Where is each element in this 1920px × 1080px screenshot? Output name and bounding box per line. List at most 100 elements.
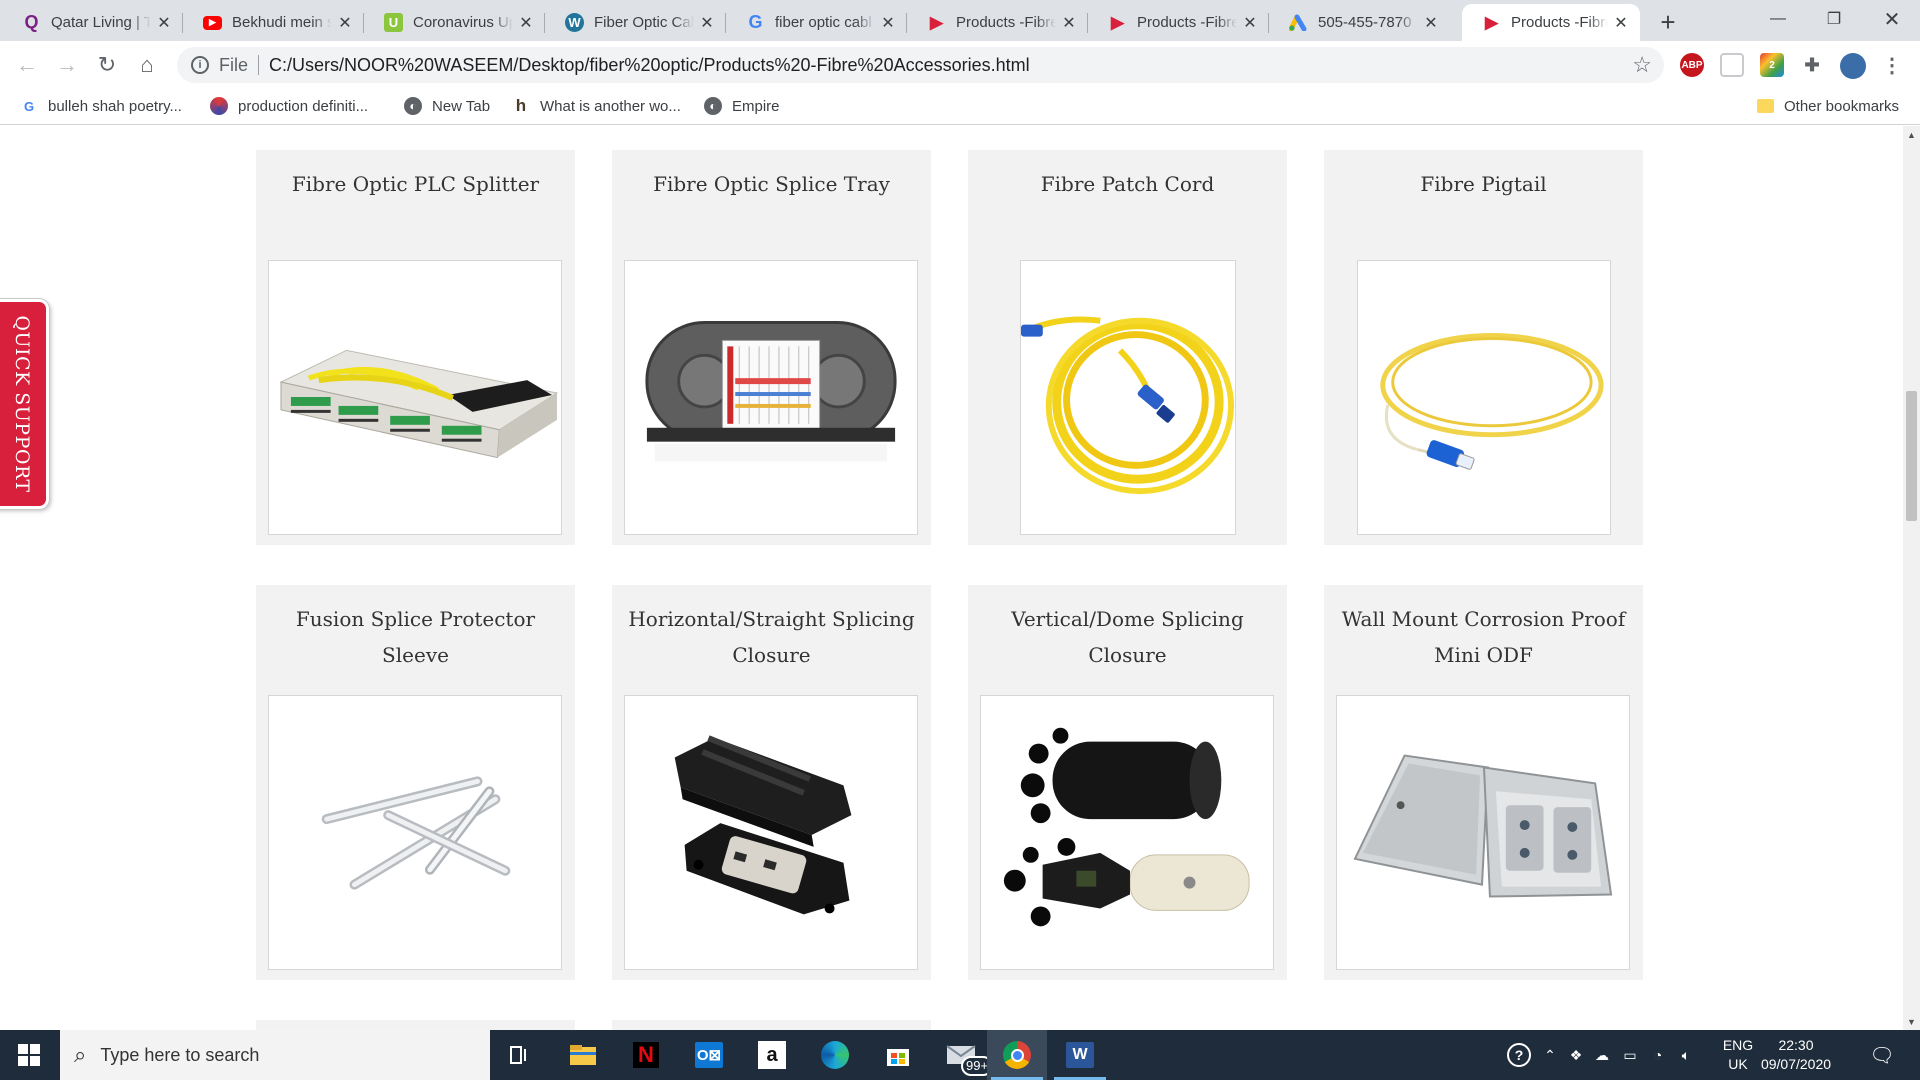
address-bar[interactable]: i File C:/Users/NOOR%20WASEEM/Desktop/fi… <box>177 47 1664 83</box>
system-clock[interactable]: 22:30 09/07/2020 <box>1756 1036 1836 1074</box>
wifi-icon[interactable]: ◔ <box>1646 1030 1670 1080</box>
minimize-button[interactable]: — <box>1750 0 1806 38</box>
plc-splitter-image[interactable] <box>268 260 562 535</box>
quick-support-tab[interactable]: QUICK SUPPORT <box>0 299 49 509</box>
reload-button[interactable]: ↻ <box>91 49 123 81</box>
product-title[interactable]: Wall Mount Corrosion Proof Mini ODF <box>1324 601 1643 673</box>
start-button[interactable] <box>0 1030 58 1080</box>
bookmark-item[interactable]: ◐ Empire <box>704 94 780 118</box>
windows-taskbar: ⌕ Type here to search N O⊠ a 99+ W ? ⌃ ❖… <box>0 1030 1920 1080</box>
product-title[interactable]: Fibre Patch Cord <box>968 166 1287 202</box>
netflix-icon[interactable]: N <box>616 1030 676 1080</box>
close-icon[interactable]: ✕ <box>1422 14 1440 32</box>
search-icon: ⌕ <box>74 1042 87 1067</box>
input-language[interactable]: ENG UK <box>1718 1036 1758 1074</box>
bookmark-item[interactable]: ◐ New Tab <box>404 94 490 118</box>
bookmark-item[interactable]: h What is another wo... <box>512 94 681 118</box>
store-icon[interactable] <box>868 1030 928 1080</box>
other-bookmarks[interactable]: Other bookmarks <box>1757 94 1899 118</box>
qatar-living-icon: Q <box>24 12 39 32</box>
scroll-down-icon[interactable]: ▼ <box>1903 1013 1920 1030</box>
volume-icon[interactable]: 🔈︎ <box>1674 1030 1698 1080</box>
url-text[interactable]: C:/Users/NOOR%20WASEEM/Desktop/fiber%20o… <box>269 55 1030 76</box>
google-icon: G <box>748 12 763 32</box>
splice-sleeve-image[interactable] <box>268 695 562 970</box>
outlook-icon[interactable]: O⊠ <box>679 1030 739 1080</box>
product-title[interactable]: Fusion Splice Protector Sleeve <box>256 601 575 673</box>
product-card[interactable]: Fusion Splice Protector Sleeve <box>256 585 575 980</box>
forward-button[interactable]: → <box>51 49 83 81</box>
browser-tab[interactable]: 505-455-7870 ✕ <box>1269 4 1450 41</box>
file-explorer-icon[interactable] <box>553 1030 613 1080</box>
browser-tab[interactable]: U Coronavirus Up ✕ <box>364 4 545 41</box>
edge-icon[interactable] <box>805 1030 865 1080</box>
chrome-icon[interactable] <box>987 1030 1047 1080</box>
close-icon[interactable]: ✕ <box>879 14 897 32</box>
browser-tab[interactable]: ▶ Bekhudi mein s ✕ <box>183 4 364 41</box>
product-card[interactable]: Vertical/Dome Splicing Closure <box>968 585 1287 980</box>
close-window-button[interactable]: ✕ <box>1864 0 1920 38</box>
browser-tab[interactable]: W Fiber Optic Cab ✕ <box>545 4 726 41</box>
back-button[interactable]: ← <box>11 49 43 81</box>
bookmark-item[interactable]: G bulleh shah poetry... <box>20 94 182 118</box>
scroll-thumb[interactable] <box>1906 391 1917 521</box>
site-info-icon[interactable]: i <box>191 56 209 74</box>
bookmark-star-icon[interactable]: ☆ <box>1632 52 1652 78</box>
mini-odf-image[interactable] <box>1336 695 1630 970</box>
new-tab-button[interactable]: + <box>1653 7 1683 37</box>
browser-tab[interactable]: Q Qatar Living | T ✕ <box>2 4 183 41</box>
close-icon[interactable]: ✕ <box>336 14 354 32</box>
onedrive-icon[interactable]: ☁ <box>1590 1030 1614 1080</box>
product-title[interactable]: Vertical/Dome Splicing Closure <box>968 601 1287 673</box>
word-icon[interactable]: W <box>1050 1030 1110 1080</box>
restore-button[interactable]: ❐ <box>1806 0 1862 38</box>
product-card[interactable] <box>612 1020 931 1030</box>
battery-icon[interactable]: ▭ <box>1618 1030 1642 1080</box>
product-card[interactable]: Fibre Patch Cord <box>968 150 1287 545</box>
page-scrollbar[interactable]: ▲ ▼ <box>1903 126 1920 1030</box>
product-title[interactable]: Fibre Pigtail <box>1324 166 1643 202</box>
patch-cord-image[interactable] <box>1020 260 1236 535</box>
amazon-icon[interactable]: a <box>742 1030 802 1080</box>
pocket-icon[interactable] <box>1720 53 1744 77</box>
product-title[interactable]: Fibre Optic PLC Splitter <box>256 166 575 202</box>
browser-tab-active[interactable]: ▶ Products -Fibre ✕ <box>1462 4 1640 41</box>
product-card[interactable]: Wall Mount Corrosion Proof Mini ODF <box>1324 585 1643 980</box>
dropbox-icon[interactable]: ❖ <box>1565 1030 1587 1080</box>
browser-tab[interactable]: ▶ Products -Fibre ✕ <box>1088 4 1269 41</box>
horizontal-closure-image[interactable] <box>624 695 918 970</box>
product-card[interactable]: Horizontal/Straight Splicing Closure <box>612 585 931 980</box>
puzzle-icon[interactable]: ✚ <box>1800 53 1824 77</box>
product-title[interactable]: Horizontal/Straight Splicing Closure <box>612 601 931 673</box>
close-icon[interactable]: ✕ <box>517 14 535 32</box>
extension-2-icon[interactable]: 2 <box>1760 53 1784 77</box>
product-title[interactable]: Fibre Optic Splice Tray <box>612 166 931 202</box>
product-card[interactable]: Fibre Optic PLC Splitter <box>256 150 575 545</box>
close-icon[interactable]: ✕ <box>698 14 716 32</box>
task-view-icon[interactable] <box>490 1030 550 1080</box>
close-icon[interactable]: ✕ <box>1060 14 1078 32</box>
page-viewport: Fibre Optic PLC Splitter Fibre Optic Spl… <box>0 126 1920 1030</box>
browser-tab[interactable]: ▶ Products -Fibre ✕ <box>907 4 1088 41</box>
close-icon[interactable]: ✕ <box>155 14 173 32</box>
taskbar-search[interactable]: ⌕ Type here to search <box>60 1030 490 1080</box>
product-card[interactable]: Fibre Pigtail <box>1324 150 1643 545</box>
splice-tray-image[interactable] <box>624 260 918 535</box>
menu-dots-icon[interactable]: ⋮ <box>1880 53 1904 77</box>
notifications-icon[interactable]: 🗨︎ <box>1862 1030 1902 1080</box>
scroll-up-icon[interactable]: ▲ <box>1903 126 1920 143</box>
home-button[interactable]: ⌂ <box>131 49 163 81</box>
abp-icon[interactable]: ABP <box>1680 53 1704 77</box>
tray-chevron-icon[interactable]: ⌃ <box>1540 1030 1560 1080</box>
dome-closure-image[interactable] <box>980 695 1274 970</box>
product-card[interactable] <box>256 1020 575 1030</box>
browser-tab[interactable]: G fiber optic cabl ✕ <box>726 4 907 41</box>
product-card[interactable]: Fibre Optic Splice Tray <box>612 150 931 545</box>
pigtail-image[interactable] <box>1357 260 1611 535</box>
close-icon[interactable]: ✕ <box>1612 14 1630 32</box>
help-icon[interactable]: ? <box>1503 1030 1535 1080</box>
close-icon[interactable]: ✕ <box>1241 14 1259 32</box>
mail-icon[interactable]: 99+ <box>931 1030 994 1080</box>
bookmark-item[interactable]: production definiti... <box>210 94 368 118</box>
profile-avatar[interactable] <box>1840 53 1866 79</box>
